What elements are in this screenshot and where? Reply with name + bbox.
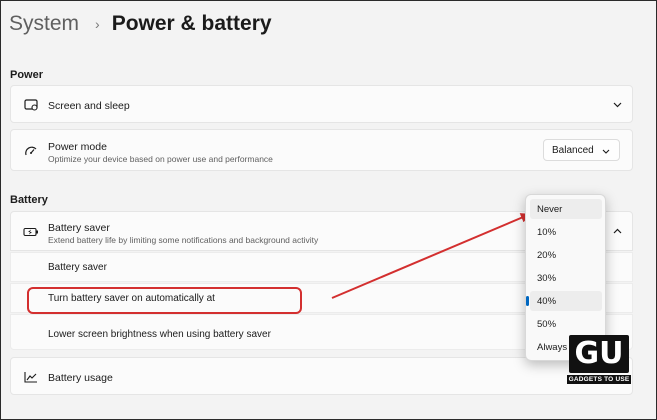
flyout-option-30[interactable]: 30% — [530, 268, 602, 288]
gadgets-to-use-logo: GU GADGETS TO USE — [567, 335, 631, 385]
flyout-option-never[interactable]: Never — [530, 199, 602, 219]
settings-window: System › Power & battery Power Screen an… — [0, 0, 657, 420]
flyout-option-50[interactable]: 50% — [530, 314, 602, 334]
flyout-option-20[interactable]: 20% — [530, 245, 602, 265]
logo-letters: GU — [569, 335, 629, 373]
logo-text: GADGETS TO USE — [567, 375, 631, 384]
selection-indicator — [526, 296, 529, 306]
flyout-option-10[interactable]: 10% — [530, 222, 602, 242]
flyout-option-40[interactable]: 40% — [526, 291, 602, 311]
